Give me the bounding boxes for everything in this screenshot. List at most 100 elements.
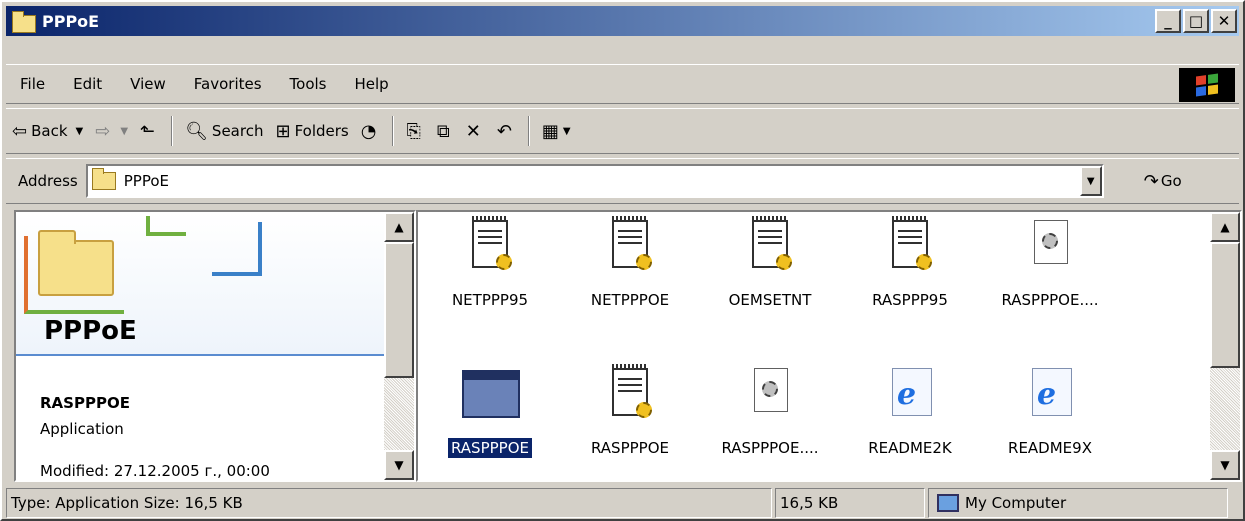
file-list-scrollbar[interactable]: ▲ ▼: [1210, 212, 1240, 480]
go-button[interactable]: ↷ Go: [1144, 171, 1182, 192]
menu-tools[interactable]: Tools: [276, 75, 341, 93]
folders-button[interactable]: ⊞ Folders: [269, 114, 354, 148]
file-item-selected[interactable]: RASPPPOE: [420, 362, 560, 459]
toolbar: ⇦ Back ▼ ⇨ ▼ ⬑ 🔍︎ Search ⊞ Folders ◔ ⎘ ⧉…: [6, 108, 1239, 154]
dropdown-arrow-icon: ▼: [75, 125, 84, 137]
file-item[interactable]: RASPPPOE....: [700, 362, 840, 458]
file-label: OEMSETNT: [728, 291, 812, 309]
folder-icon: [91, 168, 116, 190]
scroll-up-button[interactable]: ▲: [384, 212, 414, 242]
menu-favorites[interactable]: Favorites: [180, 75, 276, 93]
explorer-window: PPPoE _ □ ✕ File Edit View Favorites Too…: [0, 0, 1245, 521]
ini-file-icon: [612, 216, 652, 270]
ini-file-icon: [472, 216, 512, 270]
menu-edit[interactable]: Edit: [59, 75, 116, 93]
file-item[interactable]: NETPPP95: [420, 214, 560, 310]
details-selected-type: Application: [40, 420, 124, 438]
address-label: Address: [18, 172, 78, 190]
toolbar-separator: [171, 116, 174, 146]
scroll-down-button[interactable]: ▼: [1210, 450, 1240, 480]
dropdown-arrow-icon: ▼: [562, 125, 571, 137]
ini-file-icon: [612, 364, 652, 418]
address-input[interactable]: PPPoE ▼: [85, 164, 1104, 198]
details-selected-name: RASPPPOE: [40, 394, 130, 412]
file-label: RASPPPOE: [446, 437, 534, 459]
details-header: PPPoE: [16, 212, 386, 356]
views-icon: ▦: [541, 120, 559, 142]
scroll-up-button[interactable]: ▲: [1210, 212, 1240, 242]
menu-help[interactable]: Help: [341, 75, 403, 93]
history-icon: ◔: [360, 120, 377, 142]
delete-button[interactable]: ✕: [460, 114, 491, 148]
ini-file-icon: [892, 216, 932, 270]
forward-arrow-icon: ⇨: [95, 120, 111, 142]
toolbar-separator: [392, 116, 395, 146]
dropdown-arrow-icon: ▼: [120, 125, 129, 137]
move-to-button[interactable]: ⎘: [400, 114, 430, 148]
views-button[interactable]: ▦ ▼: [536, 114, 577, 148]
search-button[interactable]: 🔍︎ Search: [179, 114, 269, 148]
menu-view[interactable]: View: [116, 75, 180, 93]
details-scrollbar[interactable]: ▲ ▼: [384, 212, 414, 480]
ie-document-icon: e: [892, 368, 932, 416]
file-item[interactable]: RASPPP95: [840, 214, 980, 310]
folder-icon: [10, 11, 36, 33]
scroll-thumb[interactable]: [1210, 242, 1240, 368]
move-to-icon: ⎘: [406, 120, 421, 142]
file-label: RASPPP95: [872, 291, 948, 309]
file-item[interactable]: NETPPPOE: [560, 214, 700, 310]
title-bar[interactable]: PPPoE _ □ ✕: [6, 6, 1239, 36]
details-folder-title: PPPoE: [44, 316, 137, 346]
history-button[interactable]: ◔: [355, 114, 387, 148]
file-item[interactable]: RASPPPOE: [560, 362, 700, 458]
windows-logo-icon: [1179, 68, 1235, 102]
config-file-icon: [1034, 220, 1068, 264]
file-item[interactable]: OEMSETNT: [700, 214, 840, 310]
window-title: PPPoE: [42, 11, 100, 31]
undo-button[interactable]: ↶: [491, 114, 522, 148]
minimize-button[interactable]: _: [1155, 9, 1181, 33]
address-dropdown-button[interactable]: ▼: [1079, 166, 1102, 196]
file-item[interactable]: RASPPPOE....: [980, 214, 1120, 310]
menu-file[interactable]: File: [6, 75, 59, 93]
up-folder-icon: ⬑: [140, 120, 156, 142]
file-list: NETPPP95 NETPPPOE OEMSETNT RASPPP95 RASP…: [416, 210, 1242, 482]
scroll-down-button[interactable]: ▼: [384, 450, 414, 480]
file-label: RASPPPOE....: [1001, 291, 1099, 309]
back-arrow-icon: ⇦: [12, 120, 28, 142]
folder-icon: [38, 230, 114, 296]
copy-to-button[interactable]: ⧉: [431, 114, 460, 148]
file-label: RASPPPOE: [590, 439, 670, 457]
address-value: PPPoE: [123, 172, 170, 190]
folders-tree-icon: ⊞: [275, 120, 291, 142]
ini-file-icon: [752, 216, 792, 270]
file-label: RASPPPOE....: [721, 439, 819, 457]
file-label: README9X: [1008, 439, 1092, 457]
config-file-icon: [754, 368, 788, 412]
application-icon: [462, 370, 520, 418]
delete-icon: ✕: [465, 120, 481, 142]
file-label: NETPPP95: [451, 291, 529, 309]
status-size: 16,5 KB: [775, 488, 925, 518]
menu-bar: File Edit View Favorites Tools Help: [6, 64, 1239, 104]
details-modified: Modified: 27.12.2005 г., 00:00: [40, 462, 270, 480]
status-info: Type: Application Size: 16,5 KB: [6, 488, 772, 518]
status-bar: Type: Application Size: 16,5 KB 16,5 KB …: [6, 488, 1239, 518]
close-button[interactable]: ✕: [1211, 9, 1237, 33]
address-bar: Address PPPoE ▼ ↷ Go: [6, 158, 1239, 204]
my-computer-icon: [937, 494, 959, 512]
back-button[interactable]: ⇦ Back ▼: [6, 114, 89, 148]
scroll-thumb[interactable]: [384, 242, 414, 378]
file-label: NETPPPOE: [590, 291, 670, 309]
maximize-button[interactable]: □: [1183, 9, 1209, 33]
file-label: README2K: [868, 439, 952, 457]
up-folder-button[interactable]: ⬑: [134, 114, 165, 148]
ie-document-icon: e: [1032, 368, 1072, 416]
forward-button[interactable]: ⇨ ▼: [89, 114, 134, 148]
file-item[interactable]: e README2K: [840, 362, 980, 458]
undo-icon: ↶: [496, 120, 512, 142]
details-pane: PPPoE RASPPPOE Application Modified: 27.…: [14, 210, 416, 482]
toolbar-separator: [527, 116, 530, 146]
go-arrow-icon: ↷: [1143, 170, 1159, 192]
file-item[interactable]: e README9X: [980, 362, 1120, 458]
